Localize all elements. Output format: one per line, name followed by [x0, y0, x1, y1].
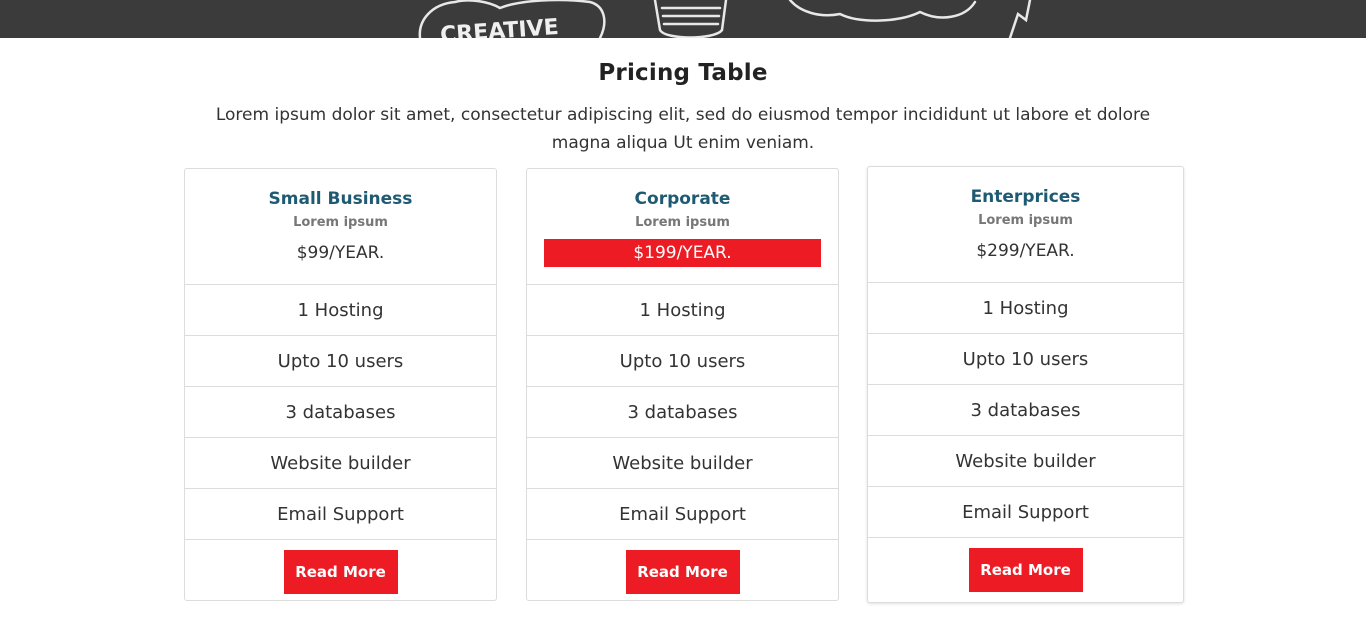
plan-price: $299/YEAR.	[976, 241, 1075, 261]
feature-row: Email Support	[527, 489, 838, 540]
feature-row: Website builder	[185, 438, 496, 489]
feature-row: Upto 10 users	[185, 336, 496, 387]
feature-row: 1 Hosting	[527, 285, 838, 336]
read-more-button[interactable]: Read More	[283, 550, 398, 594]
pricing-card-small-business: Small Business Lorem ipsum $99/YEAR. 1 H…	[184, 168, 497, 601]
hero-banner-image: CREATIVE	[0, 0, 1366, 38]
feature-row: 3 databases	[527, 387, 838, 438]
pricing-card-header: Enterprices Lorem ipsum $299/YEAR.	[868, 167, 1183, 283]
read-more-button[interactable]: Read More	[968, 548, 1083, 592]
pricing-card-footer: Read More	[527, 540, 838, 604]
plan-subtitle: Lorem ipsum	[978, 213, 1073, 228]
feature-row: Email Support	[868, 487, 1183, 538]
plan-subtitle: Lorem ipsum	[635, 215, 730, 230]
plan-subtitle: Lorem ipsum	[293, 215, 388, 230]
pricing-card-footer: Read More	[868, 538, 1183, 602]
feature-row: Website builder	[527, 438, 838, 489]
pricing-card-footer: Read More	[185, 540, 496, 604]
plan-name: Small Business	[268, 189, 413, 209]
feature-row: Upto 10 users	[868, 334, 1183, 385]
feature-row: 3 databases	[185, 387, 496, 438]
plan-name: Enterprices	[970, 187, 1081, 207]
feature-row: 3 databases	[868, 385, 1183, 436]
feature-row: 1 Hosting	[868, 283, 1183, 334]
plan-price-highlighted: $199/YEAR.	[544, 239, 821, 267]
feature-row: Email Support	[185, 489, 496, 540]
read-more-button[interactable]: Read More	[625, 550, 740, 594]
pricing-card-header: Corporate Lorem ipsum $199/YEAR.	[527, 169, 838, 285]
pricing-card-corporate: Corporate Lorem ipsum $199/YEAR. 1 Hosti…	[526, 168, 839, 601]
feature-row: Website builder	[868, 436, 1183, 487]
chalkboard-doodle-image: CREATIVE	[0, 0, 1366, 38]
pricing-card-header: Small Business Lorem ipsum $99/YEAR.	[185, 169, 496, 285]
feature-row: 1 Hosting	[185, 285, 496, 336]
plan-price: $99/YEAR.	[296, 243, 385, 263]
page-title: Pricing Table	[598, 60, 768, 86]
page-subtitle: Lorem ipsum dolor sit amet, consectetur …	[215, 105, 1151, 153]
plan-name: Corporate	[634, 189, 731, 209]
pricing-card-enterprices: Enterprices Lorem ipsum $299/YEAR. 1 Hos…	[867, 166, 1184, 603]
feature-row: Upto 10 users	[527, 336, 838, 387]
